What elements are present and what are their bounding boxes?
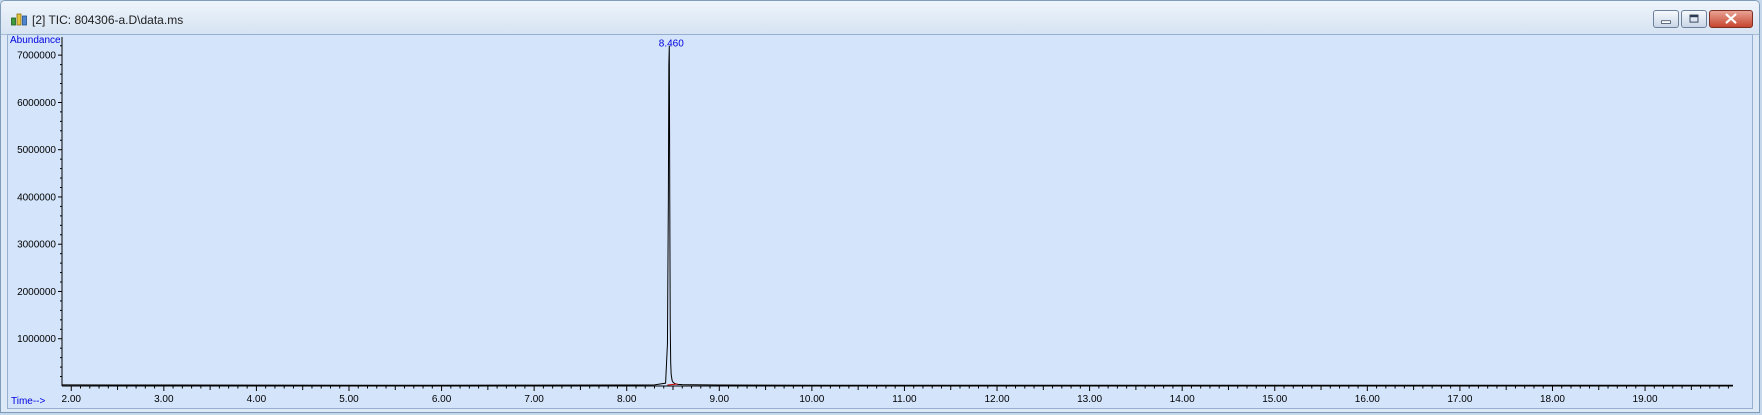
integration-baseline	[667, 383, 678, 386]
restore-button[interactable]	[1681, 10, 1707, 28]
x-tick-label: 2.00	[62, 394, 82, 405]
x-tick-label: 16.00	[1355, 394, 1380, 405]
window-title: [2] TIC: 804306-a.D\data.ms	[32, 13, 184, 27]
x-tick-label: 17.00	[1447, 394, 1472, 405]
y-tick-label: 5000000	[17, 145, 56, 156]
y-tick-label: 1000000	[17, 334, 56, 345]
x-tick-label: 4.00	[247, 394, 267, 405]
window-controls	[1653, 10, 1753, 30]
x-tick-label: 15.00	[1262, 394, 1287, 405]
x-tick-label: 19.00	[1633, 394, 1658, 405]
x-tick-label: 8.00	[617, 394, 637, 405]
tic-trace	[61, 45, 1733, 386]
chromatogram-window: [2] TIC: 804306-a.D\data.ms Abundance Ti…	[0, 0, 1760, 413]
x-tick-label: 14.00	[1170, 394, 1195, 405]
y-tick-label: 2000000	[17, 287, 56, 298]
y-tick-label: 6000000	[17, 98, 56, 109]
title-bar[interactable]: [2] TIC: 804306-a.D\data.ms	[1, 1, 1759, 35]
x-tick-label: 5.00	[339, 394, 359, 405]
close-button[interactable]	[1709, 10, 1753, 28]
x-tick-label: 7.00	[524, 394, 544, 405]
close-icon	[1725, 13, 1737, 24]
x-tick-label: 12.00	[985, 394, 1010, 405]
minimize-icon	[1661, 20, 1671, 24]
x-tick-label: 18.00	[1540, 394, 1565, 405]
x-tick-label: 10.00	[799, 394, 824, 405]
x-tick-label: 11.00	[892, 394, 917, 405]
x-tick-label: 9.00	[710, 394, 730, 405]
chromatogram-plot[interactable]: 1000000 2000000 3000000 4000000 5000000 60000…	[8, 35, 1752, 408]
y-tick-label: 4000000	[17, 192, 56, 203]
x-tick-label: 3.00	[154, 394, 174, 405]
x-tick-label: 6.00	[432, 394, 452, 405]
y-tick-label: 7000000	[17, 51, 56, 62]
restore-icon	[1689, 14, 1699, 23]
minimize-button[interactable]	[1653, 10, 1679, 28]
chromatogram-app-icon	[11, 13, 27, 26]
y-tick-label: 3000000	[17, 240, 56, 251]
x-tick-label: 13.00	[1077, 394, 1102, 405]
peak-label: 8.460	[659, 39, 684, 50]
chart-area[interactable]: Abundance Time--> 1000000 2000000 3000000 4…	[7, 34, 1753, 409]
